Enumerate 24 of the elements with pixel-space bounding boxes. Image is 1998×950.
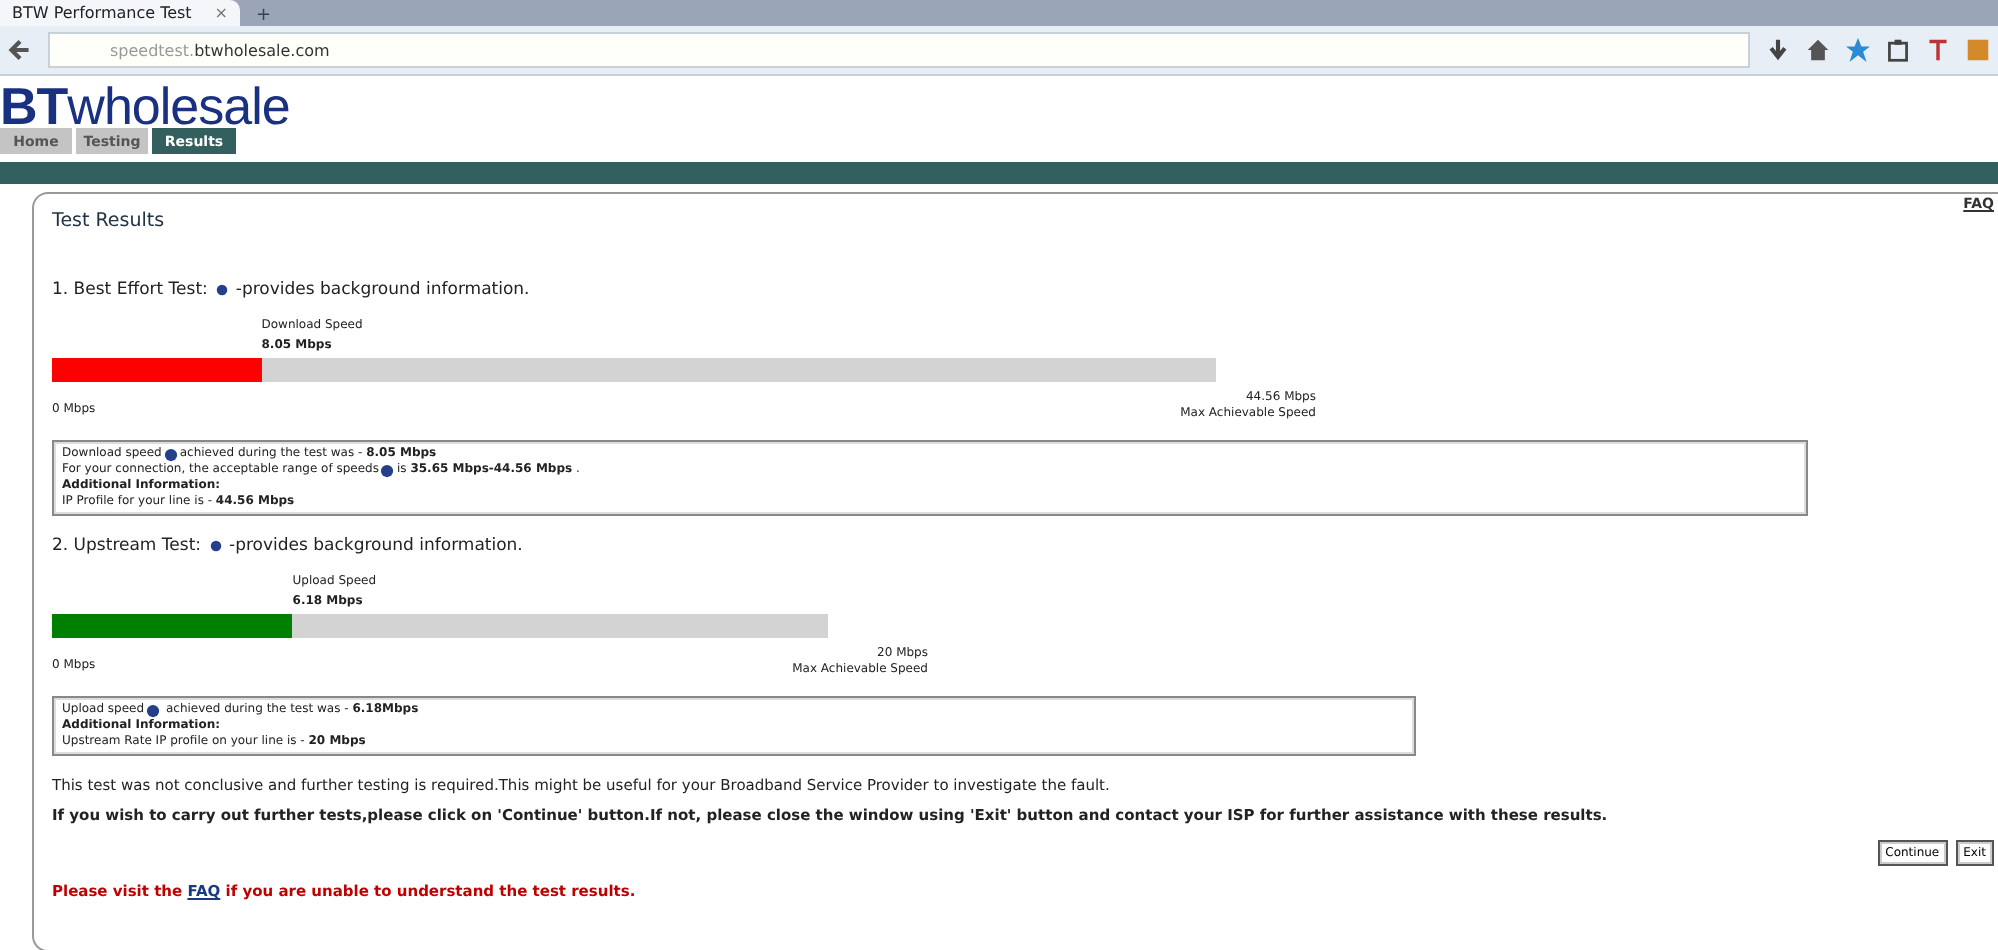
clipboard-icon[interactable]	[1886, 38, 1910, 62]
help-icon[interactable]	[163, 447, 178, 461]
test-description: -provides background information.	[229, 536, 523, 556]
test-heading: 1. Best Effort Test:	[52, 280, 208, 300]
new-tab-button[interactable]: +	[256, 6, 272, 26]
tab-title: BTW Performance Test	[12, 4, 192, 22]
help-icon[interactable]	[146, 703, 161, 717]
star-icon[interactable]	[1846, 38, 1870, 62]
url-subdomain: speedtest.	[110, 41, 195, 59]
page-title: Test Results	[52, 210, 167, 232]
close-tab-button[interactable]: ×	[214, 4, 228, 22]
test-description: -provides background information.	[235, 280, 530, 300]
help-icon[interactable]	[380, 463, 395, 477]
home-icon[interactable]	[1806, 38, 1830, 62]
help-icon[interactable]	[209, 540, 222, 552]
bt-wholesale-logo: BTwholesale	[0, 82, 290, 130]
back-arrow-icon[interactable]	[8, 38, 32, 62]
browser-tab[interactable]: BTW Performance Test ×	[0, 0, 240, 26]
download-arrow-icon[interactable]	[1766, 38, 1790, 62]
test-heading: 2. Upstream Test:	[52, 536, 202, 556]
url-domain: btwholesale.com	[194, 41, 330, 59]
letter-t-icon[interactable]	[1926, 38, 1950, 62]
help-icon[interactable]	[215, 284, 228, 296]
address-bar[interactable]: speedtest.btwholesale.com	[48, 32, 1750, 68]
